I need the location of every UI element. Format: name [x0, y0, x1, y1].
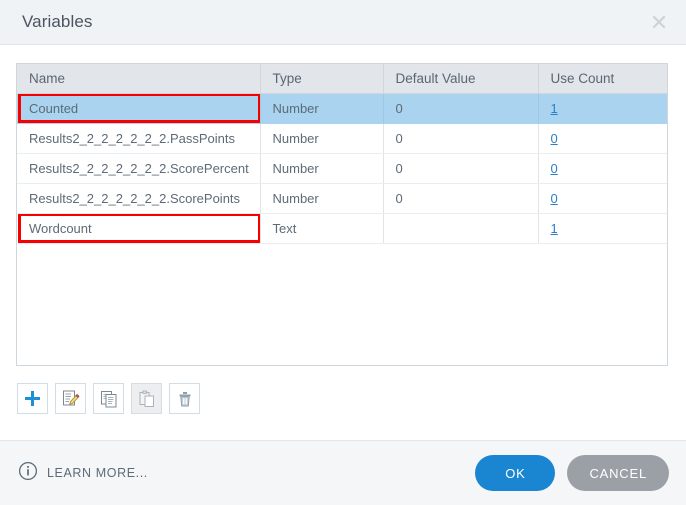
- cell-use-count: 0: [538, 123, 667, 154]
- copy-icon: [100, 390, 118, 408]
- cell-variable-name[interactable]: Results2_2_2_2_2_2_2.ScorePercent: [17, 153, 261, 184]
- dialog-titlebar: Variables: [0, 0, 686, 45]
- table-row[interactable]: Results2_2_2_2_2_2_2.PassPoints Number 0 0: [17, 123, 667, 154]
- column-header-name[interactable]: Name: [17, 64, 261, 94]
- use-count-link[interactable]: 0: [551, 161, 558, 176]
- table-row[interactable]: Results2_2_2_2_2_2_2.ScorePercent Number 0…: [17, 153, 667, 184]
- edit-pencil-icon: [61, 389, 80, 408]
- paste-icon: [138, 390, 156, 408]
- dialog-title: Variables: [22, 12, 93, 31]
- column-header-default-value[interactable]: Default Value: [383, 64, 539, 94]
- delete-variable-button[interactable]: [169, 383, 200, 414]
- dialog-body: Name Type Default Value Use Count Counte…: [0, 45, 686, 440]
- cell-variable-name[interactable]: Counted: [17, 93, 261, 124]
- cell-variable-name[interactable]: Results2_2_2_2_2_2_2.ScorePoints: [17, 183, 261, 214]
- use-count-link[interactable]: 0: [551, 191, 558, 206]
- close-icon[interactable]: [646, 9, 672, 35]
- column-header-use-count[interactable]: Use Count: [538, 64, 667, 94]
- table-row[interactable]: Wordcount Text 1: [17, 213, 667, 244]
- dialog-footer: LEARN MORE... OK CANCEL: [0, 440, 686, 505]
- cell-default-value: 0: [383, 153, 539, 184]
- cell-use-count: 0: [538, 183, 667, 214]
- variables-dialog: Variables Name Type Default Value Use Co…: [0, 0, 686, 505]
- cell-variable-type: Text: [260, 213, 384, 244]
- cell-use-count: 1: [538, 93, 667, 124]
- copy-variable-button[interactable]: [93, 383, 124, 414]
- cell-variable-name[interactable]: Results2_2_2_2_2_2_2.PassPoints: [17, 123, 261, 154]
- variables-table-container: Name Type Default Value Use Count Counte…: [16, 63, 668, 366]
- cell-default-value: 0: [383, 183, 539, 214]
- learn-more-label: LEARN MORE...: [47, 466, 148, 480]
- info-icon: [18, 461, 38, 486]
- cancel-button[interactable]: CANCEL: [567, 455, 669, 491]
- table-row[interactable]: Counted Number 0 1: [17, 93, 667, 124]
- table-header-row: Name Type Default Value Use Count: [17, 64, 667, 94]
- plus-icon: [24, 390, 41, 407]
- cell-default-value: 0: [383, 123, 539, 154]
- variables-table: Name Type Default Value Use Count Counte…: [17, 64, 667, 244]
- use-count-link[interactable]: 1: [551, 221, 558, 236]
- add-variable-button[interactable]: [17, 383, 48, 414]
- footer-button-group: OK CANCEL: [475, 455, 669, 491]
- variables-table-body: Counted Number 0 1 Results2_2_2_2_2_2_2.Pass…: [17, 93, 667, 244]
- use-count-link[interactable]: 1: [551, 101, 558, 116]
- learn-more-link[interactable]: LEARN MORE...: [18, 461, 148, 486]
- paste-variable-button[interactable]: [131, 383, 162, 414]
- cell-use-count: 0: [538, 153, 667, 184]
- cell-variable-type: Number: [260, 123, 384, 154]
- cell-default-value: [383, 213, 539, 244]
- ok-button[interactable]: OK: [475, 455, 556, 491]
- edit-variable-button[interactable]: [55, 383, 86, 414]
- cell-variable-type: Number: [260, 93, 384, 124]
- cell-variable-type: Number: [260, 183, 384, 214]
- cell-use-count: 1: [538, 213, 667, 244]
- variables-toolbar: [17, 383, 200, 414]
- trash-icon: [176, 390, 194, 408]
- use-count-link[interactable]: 0: [551, 131, 558, 146]
- table-row[interactable]: Results2_2_2_2_2_2_2.ScorePoints Number 0 0: [17, 183, 667, 214]
- cell-variable-type: Number: [260, 153, 384, 184]
- column-header-type[interactable]: Type: [260, 64, 384, 94]
- cell-default-value: 0: [383, 93, 539, 124]
- cell-variable-name[interactable]: Wordcount: [17, 213, 261, 244]
